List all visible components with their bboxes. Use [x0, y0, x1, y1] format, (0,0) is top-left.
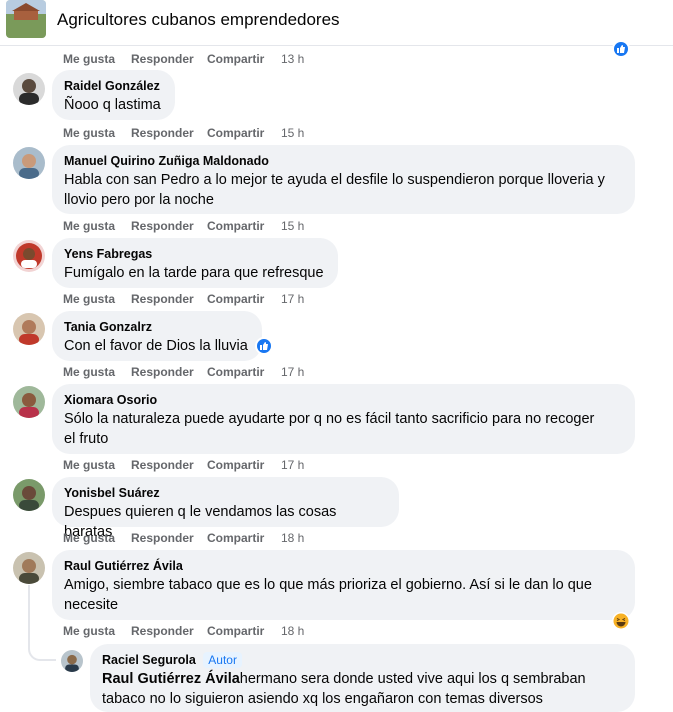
comment-bubble: Yonisbel Suárez Despues quieren q le ven…: [52, 477, 399, 540]
reply-button[interactable]: Responder: [131, 531, 194, 545]
reply-button[interactable]: Responder: [131, 292, 194, 306]
comment-text-line: Habla con san Pedro a lo mejor te ayuda …: [64, 172, 605, 188]
share-button[interactable]: Compartir: [207, 458, 264, 472]
reply-button[interactable]: Responder: [131, 365, 194, 379]
reply-button[interactable]: Responder: [131, 52, 194, 66]
comment-author[interactable]: Yonisbel Suárez: [64, 485, 387, 501]
group-title[interactable]: Agricultores cubanos emprendedores: [57, 10, 340, 30]
comment-bubble: Raidel González Ñooo q lastima: [52, 70, 175, 120]
comment-text: Fumígalo en la tarde para que refresque: [64, 265, 324, 281]
comment-author[interactable]: Raul Gutiérrez Ávila: [64, 558, 623, 574]
share-button[interactable]: Compartir: [207, 219, 264, 233]
comment-bubble: Raul Gutiérrez Ávila Amigo, siembre taba…: [52, 550, 635, 620]
comment-bubble: Manuel Quirino Zuñiga Maldonado Habla co…: [52, 145, 635, 214]
like-reaction-icon[interactable]: [612, 40, 630, 58]
reply-bubble: Raciel Segurola Autor Raul Gutiérrez Ávi…: [90, 644, 635, 712]
avatar[interactable]: [13, 240, 45, 272]
share-button[interactable]: Compartir: [207, 624, 264, 638]
comment-text-line: Amigo, siembre tabaco que es lo que más …: [64, 577, 592, 593]
comment-author[interactable]: Raidel González: [64, 78, 163, 94]
reply-text: hermano sera donde usted vive aqui los q…: [239, 671, 586, 687]
group-cover-thumbnail[interactable]: [6, 0, 46, 38]
comment-author[interactable]: Raciel Segurola: [102, 653, 196, 667]
comment-bubble: Xiomara Osorio Sólo la naturaleza puede …: [52, 384, 635, 454]
comment-actions: Me gusta Responder Compartir 15 h: [63, 218, 323, 234]
like-button[interactable]: Me gusta: [63, 458, 115, 472]
timestamp[interactable]: 18 h: [281, 624, 304, 638]
share-button[interactable]: Compartir: [207, 531, 264, 545]
timestamp[interactable]: 17 h: [281, 458, 304, 472]
comment-text-line: el fruto: [64, 431, 109, 447]
like-reaction-icon[interactable]: [255, 337, 273, 355]
timestamp[interactable]: 13 h: [281, 52, 304, 66]
comment-author[interactable]: Manuel Quirino Zuñiga Maldonado: [64, 153, 623, 169]
comment-text-line: llovio pero por la noche: [64, 192, 214, 208]
avatar[interactable]: [61, 650, 83, 672]
timestamp[interactable]: 15 h: [281, 219, 304, 233]
share-button[interactable]: Compartir: [207, 52, 264, 66]
timestamp[interactable]: 18 h: [281, 531, 304, 545]
comment-author[interactable]: Yens Fabregas: [64, 246, 326, 262]
comment-author[interactable]: Tania Gonzalrz: [64, 319, 250, 335]
avatar[interactable]: [13, 313, 45, 345]
avatar[interactable]: [13, 73, 45, 105]
reply-button[interactable]: Responder: [131, 219, 194, 233]
comment-text: Con el favor de Dios la lluvia: [64, 338, 248, 354]
like-button[interactable]: Me gusta: [63, 292, 115, 306]
avatar[interactable]: [13, 552, 45, 584]
comment-text-line: necesite: [64, 597, 119, 613]
timestamp[interactable]: 17 h: [281, 365, 304, 379]
comment-actions: Me gusta Responder Compartir 17 h: [63, 291, 323, 307]
share-button[interactable]: Compartir: [207, 126, 264, 140]
comment-bubble: Yens Fabregas Fumígalo en la tarde para …: [52, 238, 338, 288]
comment-actions: Me gusta Responder Compartir 15 h: [63, 125, 323, 141]
timestamp[interactable]: 17 h: [281, 292, 304, 306]
comment-actions: Me gusta Responder Compartir 17 h: [63, 457, 323, 473]
timestamp[interactable]: 15 h: [281, 126, 304, 140]
comment-text: Ñooo q lastima: [64, 97, 161, 113]
avatar[interactable]: [13, 479, 45, 511]
reply-button[interactable]: Responder: [131, 458, 194, 472]
comment-actions: Me gusta Responder Compartir 18 h: [63, 530, 323, 546]
comment-text-line: tabaco no lo siguieron asiendo xq los en…: [102, 691, 543, 707]
like-button[interactable]: Me gusta: [63, 624, 115, 638]
mention-link[interactable]: Raul Gutiérrez Ávila: [102, 671, 240, 687]
comment-bubble: Tania Gonzalrz Con el favor de Dios la l…: [52, 311, 262, 361]
like-button[interactable]: Me gusta: [63, 365, 115, 379]
haha-reaction-icon[interactable]: [612, 612, 630, 630]
comment-actions: Me gusta Responder Compartir 13 h: [63, 51, 323, 67]
comment-author[interactable]: Xiomara Osorio: [64, 392, 623, 408]
avatar[interactable]: [13, 386, 45, 418]
group-header: Agricultores cubanos emprendedores: [0, 0, 673, 46]
comment-actions: Me gusta Responder Compartir 18 h: [63, 623, 323, 639]
reply-button[interactable]: Responder: [131, 126, 194, 140]
share-button[interactable]: Compartir: [207, 365, 264, 379]
reply-author-row: Raciel Segurola Autor: [102, 652, 623, 668]
author-badge: Autor: [203, 652, 242, 668]
reply-thread-connector: [28, 585, 56, 661]
comment-text-line: Raul Gutiérrez Ávilahermano sera donde u…: [102, 669, 623, 689]
like-button[interactable]: Me gusta: [63, 531, 115, 545]
like-button[interactable]: Me gusta: [63, 126, 115, 140]
reply-button[interactable]: Responder: [131, 624, 194, 638]
comment-actions: Me gusta Responder Compartir 17 h: [63, 364, 323, 380]
like-button[interactable]: Me gusta: [63, 52, 115, 66]
like-button[interactable]: Me gusta: [63, 219, 115, 233]
share-button[interactable]: Compartir: [207, 292, 264, 306]
comment-text-line: Sólo la naturaleza puede ayudarte por q …: [64, 411, 595, 427]
avatar[interactable]: [13, 147, 45, 179]
